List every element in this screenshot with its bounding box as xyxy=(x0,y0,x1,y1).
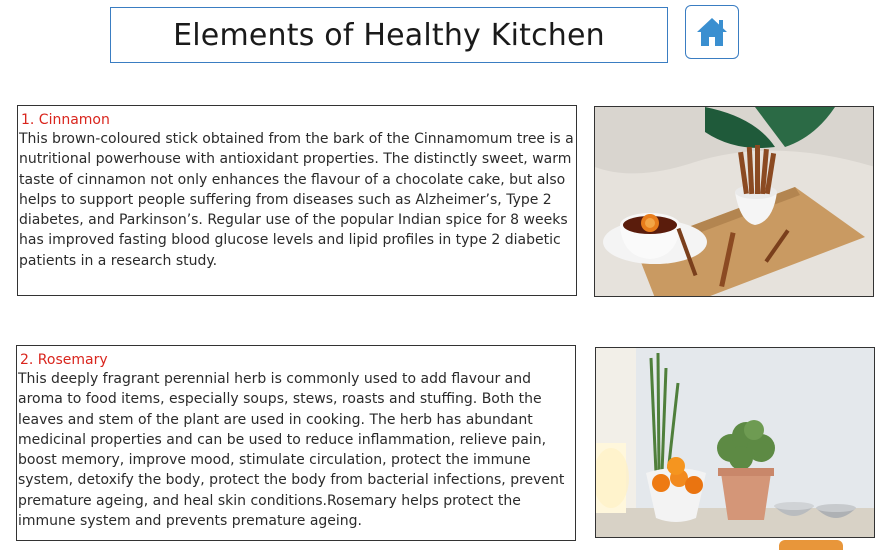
section-heading: 1. Cinnamon xyxy=(21,112,110,128)
section-heading: 2. Rosemary xyxy=(20,352,108,368)
rosemary-photo xyxy=(595,347,875,538)
home-button[interactable] xyxy=(685,5,739,59)
cinnamon-photo xyxy=(594,106,874,297)
home-icon xyxy=(697,18,727,46)
page-title: Elements of Healthy Kitchen xyxy=(173,17,605,53)
section-text: This deeply fragrant perennial herb is c… xyxy=(18,371,565,530)
section-text: This brown-coloured stick obtained from … xyxy=(19,131,574,269)
title-box: Elements of Healthy Kitchen xyxy=(110,7,668,63)
orange-tab[interactable] xyxy=(779,540,843,550)
cinnamon-section: 1. Cinnamon This brown-coloured stick ob… xyxy=(17,105,577,296)
rosemary-section: 2. Rosemary This deeply fragrant perenni… xyxy=(16,345,576,541)
